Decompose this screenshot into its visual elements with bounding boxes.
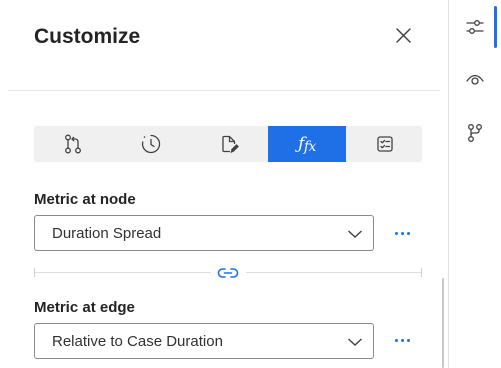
link-icon [217, 268, 239, 278]
rail-active-indicator [494, 6, 497, 48]
more-dot [394, 231, 398, 235]
link-line-right [246, 272, 421, 273]
metric-link-row [34, 263, 422, 283]
node-metric-more-button[interactable] [390, 223, 414, 243]
tab-clock-history[interactable] [112, 126, 190, 162]
clock-history-icon [141, 134, 161, 154]
node-metric-dropdown[interactable]: Duration Spread [34, 215, 374, 251]
link-line-left [35, 272, 211, 273]
checklist-icon [377, 136, 393, 152]
tab-function[interactable]: ƒfx [268, 126, 346, 162]
node-metric-label: Metric at node [34, 191, 136, 208]
chevron-down-icon [348, 230, 362, 238]
tab-document-edit[interactable] [190, 126, 268, 162]
more-dot [394, 338, 398, 342]
process-flow-icon [65, 134, 81, 154]
edge-metric-value: Relative to Case Duration [52, 333, 223, 350]
header-divider [8, 90, 440, 91]
function-fx-icon: ƒfx [298, 134, 316, 155]
eye-icon [466, 74, 484, 85]
close-button[interactable] [392, 24, 416, 48]
panel-scrollbar[interactable] [442, 278, 444, 368]
edge-metric-dropdown[interactable]: Relative to Case Duration [34, 323, 374, 359]
edge-metric-more-button[interactable] [390, 330, 414, 350]
tab-process-flow[interactable] [34, 126, 112, 162]
link-row-tick-right [421, 268, 422, 277]
more-dot [406, 231, 410, 235]
more-dot [400, 338, 404, 342]
chevron-down-icon [348, 338, 362, 346]
more-dot [406, 338, 410, 342]
rail-flow-button[interactable] [449, 111, 501, 155]
customize-panel: Customize ƒfx Metric at node Duration Sp… [0, 0, 448, 368]
branch-flow-icon [468, 124, 482, 142]
customize-tab-bar: ƒfx [34, 126, 422, 162]
panel-title: Customize [34, 25, 141, 48]
settings-sliders-icon [466, 20, 484, 34]
document-edit-icon [222, 135, 239, 154]
more-dot [400, 231, 404, 235]
close-icon [396, 28, 411, 43]
edge-metric-label: Metric at edge [34, 299, 135, 316]
node-metric-value: Duration Spread [52, 225, 162, 242]
link-metrics-button[interactable] [217, 265, 239, 286]
side-rail [449, 0, 501, 368]
tab-checklist[interactable] [346, 126, 424, 162]
rail-view-button[interactable] [449, 57, 501, 101]
